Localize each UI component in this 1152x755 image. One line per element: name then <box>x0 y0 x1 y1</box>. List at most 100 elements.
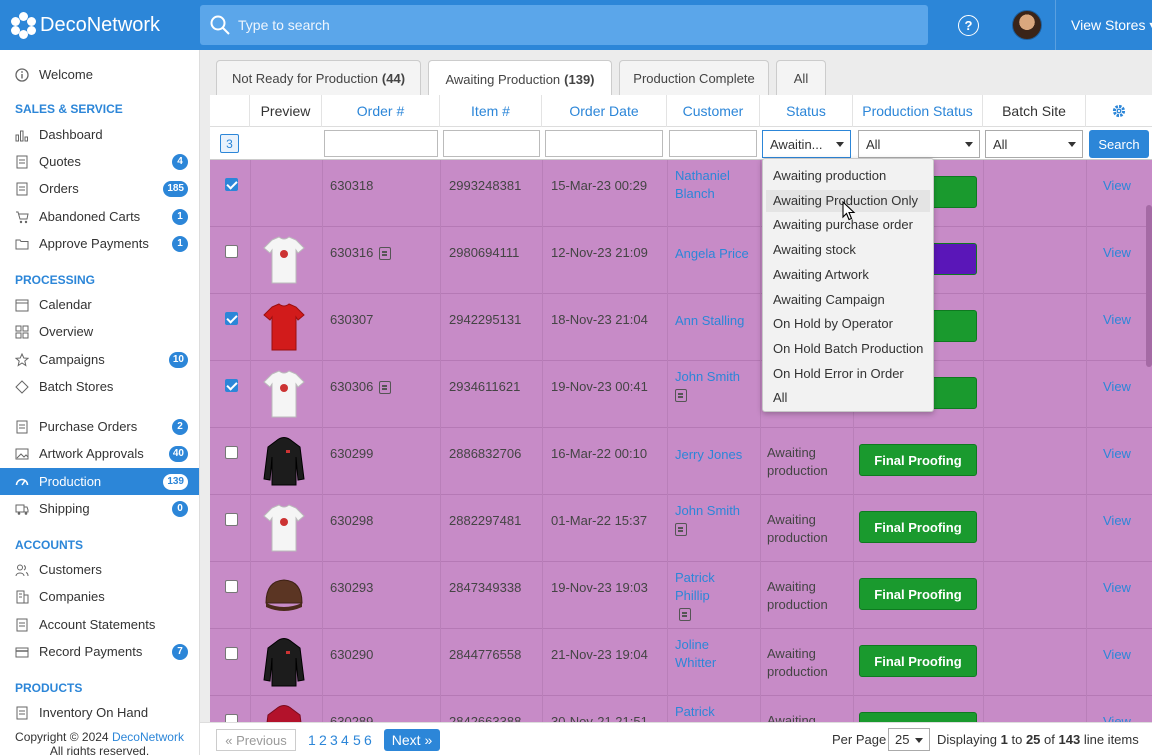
order-number[interactable]: 630318 <box>330 178 373 193</box>
tab-production-complete[interactable]: Production Complete <box>619 60 769 96</box>
product-thumbnail[interactable] <box>262 703 306 722</box>
dropdown-option[interactable]: On Hold by Operator <box>773 316 893 331</box>
dropdown-option[interactable]: Awaiting production <box>773 168 886 183</box>
sidebar-item-overview[interactable]: Overview <box>0 318 199 345</box>
page-link[interactable]: 2 <box>319 732 327 748</box>
order-number[interactable]: 630289 <box>330 714 373 722</box>
page-link[interactable]: 5 <box>353 732 361 748</box>
row-checkbox[interactable] <box>225 446 238 459</box>
per-page-select[interactable]: 25 <box>888 728 930 751</box>
sidebar-item-customers[interactable]: Customers <box>0 556 199 583</box>
order-number[interactable]: 630316 <box>330 245 392 261</box>
filter-batch-site-select[interactable]: All <box>985 130 1083 158</box>
view-link[interactable]: View <box>1103 245 1131 260</box>
production-status-button[interactable]: Final Proofing <box>859 712 977 722</box>
filter-order-input[interactable] <box>324 130 438 157</box>
sidebar-item-quotes[interactable]: Quotes 4 <box>0 148 199 175</box>
page-link[interactable]: 6 <box>364 732 372 748</box>
copyright-link[interactable]: DecoNetwork <box>112 730 184 744</box>
header-status[interactable]: Status <box>760 95 853 127</box>
grid-scrollbar[interactable] <box>1146 205 1152 367</box>
customer-link[interactable]: Jerry Jones <box>675 446 742 464</box>
tab-not-ready[interactable]: Not Ready for Production (44) <box>216 60 421 96</box>
row-checkbox[interactable] <box>225 312 238 325</box>
customer-link[interactable]: Nathaniel Blanch <box>675 167 730 203</box>
production-status-button[interactable]: Final Proofing <box>859 444 977 476</box>
page-link[interactable]: 4 <box>341 732 349 748</box>
next-page-button[interactable]: Next » <box>384 729 440 751</box>
order-number[interactable]: 630290 <box>330 647 373 662</box>
view-link[interactable]: View <box>1103 312 1131 327</box>
production-status-button[interactable]: Final Proofing <box>859 645 977 677</box>
table-row[interactable]: 630316 2980694111 12-Nov-23 21:09 Angela Pr… <box>210 227 1152 294</box>
sidebar-item-welcome[interactable]: Welcome <box>0 61 199 88</box>
header-item-number[interactable]: Item # <box>440 95 542 127</box>
table-row[interactable]: 630293 2847349338 19-Nov-23 19:03 Patrick Ph… <box>210 562 1152 629</box>
tab-all[interactable]: All <box>776 60 826 96</box>
sidebar-item-orders[interactable]: Orders 185 <box>0 175 199 202</box>
dropdown-option[interactable]: Awaiting Campaign <box>773 292 885 307</box>
row-checkbox[interactable] <box>225 580 238 593</box>
logo[interactable]: DecoNetwork <box>0 12 200 39</box>
page-link[interactable]: 1 <box>308 732 316 748</box>
order-number[interactable]: 630298 <box>330 513 373 528</box>
table-row[interactable]: 630307 2942295131 18-Nov-23 21:04 Ann Stall… <box>210 294 1152 361</box>
product-thumbnail[interactable] <box>262 636 306 688</box>
sidebar-item-shipping[interactable]: Shipping 0 <box>0 495 199 522</box>
table-row[interactable]: 630318 2993248381 15-Mar-23 00:29 Nathaniel… <box>210 160 1152 227</box>
page-link[interactable]: 3 <box>330 732 338 748</box>
product-thumbnail[interactable] <box>262 368 306 420</box>
filter-status-select[interactable]: Awaitin... <box>762 130 851 158</box>
row-checkbox[interactable] <box>225 513 238 526</box>
table-row[interactable]: 630299 2886832706 16-Mar-22 00:10 Jerry Jon… <box>210 428 1152 495</box>
production-status-button[interactable]: Final Proofing <box>859 511 977 543</box>
dropdown-option[interactable]: Awaiting stock <box>773 242 856 257</box>
view-link[interactable]: View <box>1103 647 1131 662</box>
filter-item-input[interactable] <box>443 130 540 157</box>
sidebar-item-campaigns[interactable]: Campaigns 10 <box>0 346 199 373</box>
sidebar-item-purchase-orders[interactable]: Purchase Orders 2 <box>0 413 199 440</box>
search-input[interactable] <box>238 17 838 33</box>
customer-link[interactable]: John Smith <box>675 502 740 538</box>
sidebar-item-inventory-on-hand[interactable]: Inventory On Hand <box>0 699 199 726</box>
header-order-number[interactable]: Order # <box>322 95 440 127</box>
row-checkbox[interactable] <box>225 379 238 392</box>
tab-awaiting-production[interactable]: Awaiting Production (139) <box>428 60 612 97</box>
table-row[interactable]: 630289 2842663388 30-Nov-21 21:51 PatrickPh… <box>210 696 1152 722</box>
dropdown-option[interactable]: Awaiting Artwork <box>773 267 869 282</box>
header-customer[interactable]: Customer <box>667 95 760 127</box>
production-status-button[interactable]: Final Proofing <box>859 578 977 610</box>
view-stores-button[interactable]: View Stores ▾ <box>1071 17 1152 34</box>
dropdown-option[interactable]: All <box>773 390 787 405</box>
sidebar-item-account-statements[interactable]: Account Statements <box>0 611 199 638</box>
product-thumbnail[interactable] <box>262 502 306 554</box>
sidebar-item-companies[interactable]: Companies <box>0 583 199 610</box>
avatar[interactable] <box>1012 10 1042 40</box>
table-row[interactable]: 630290 2844776558 21-Nov-23 19:04 Joline Whi… <box>210 629 1152 696</box>
view-link[interactable]: View <box>1103 379 1131 394</box>
view-link[interactable]: View <box>1103 714 1131 722</box>
filter-date-input[interactable] <box>545 130 663 157</box>
help-icon[interactable]: ? <box>958 15 979 36</box>
header-production-status[interactable]: Production Status <box>853 95 983 127</box>
product-thumbnail[interactable] <box>262 234 306 286</box>
sidebar-item-dashboard[interactable]: Dashboard <box>0 121 199 148</box>
row-checkbox[interactable] <box>225 714 238 722</box>
customer-link[interactable]: PatrickPhillip <box>675 703 715 722</box>
table-row[interactable]: 630306 2934611621 19-Nov-23 00:41 John Smit… <box>210 361 1152 428</box>
filter-search-button[interactable]: Search <box>1089 130 1149 158</box>
view-link[interactable]: View <box>1103 513 1131 528</box>
product-thumbnail[interactable] <box>262 301 306 353</box>
sidebar-item-calendar[interactable]: Calendar <box>0 291 199 318</box>
filter-production-status-select[interactable]: All <box>858 130 980 158</box>
order-number[interactable]: 630293 <box>330 580 373 595</box>
customer-link[interactable]: Ann Stalling <box>675 312 744 330</box>
customer-link[interactable]: John Smith <box>675 368 740 404</box>
header-order-date[interactable]: Order Date <box>542 95 667 127</box>
previous-page-button[interactable]: « Previous <box>216 729 296 751</box>
product-thumbnail[interactable] <box>262 569 306 621</box>
customer-link[interactable]: PatrickPhillip <box>675 569 715 623</box>
sidebar-item-approve-payments[interactable]: Approve Payments 1 <box>0 230 199 257</box>
product-thumbnail[interactable] <box>262 435 306 487</box>
sidebar-item-artwork-approvals[interactable]: Artwork Approvals 40 <box>0 440 199 467</box>
